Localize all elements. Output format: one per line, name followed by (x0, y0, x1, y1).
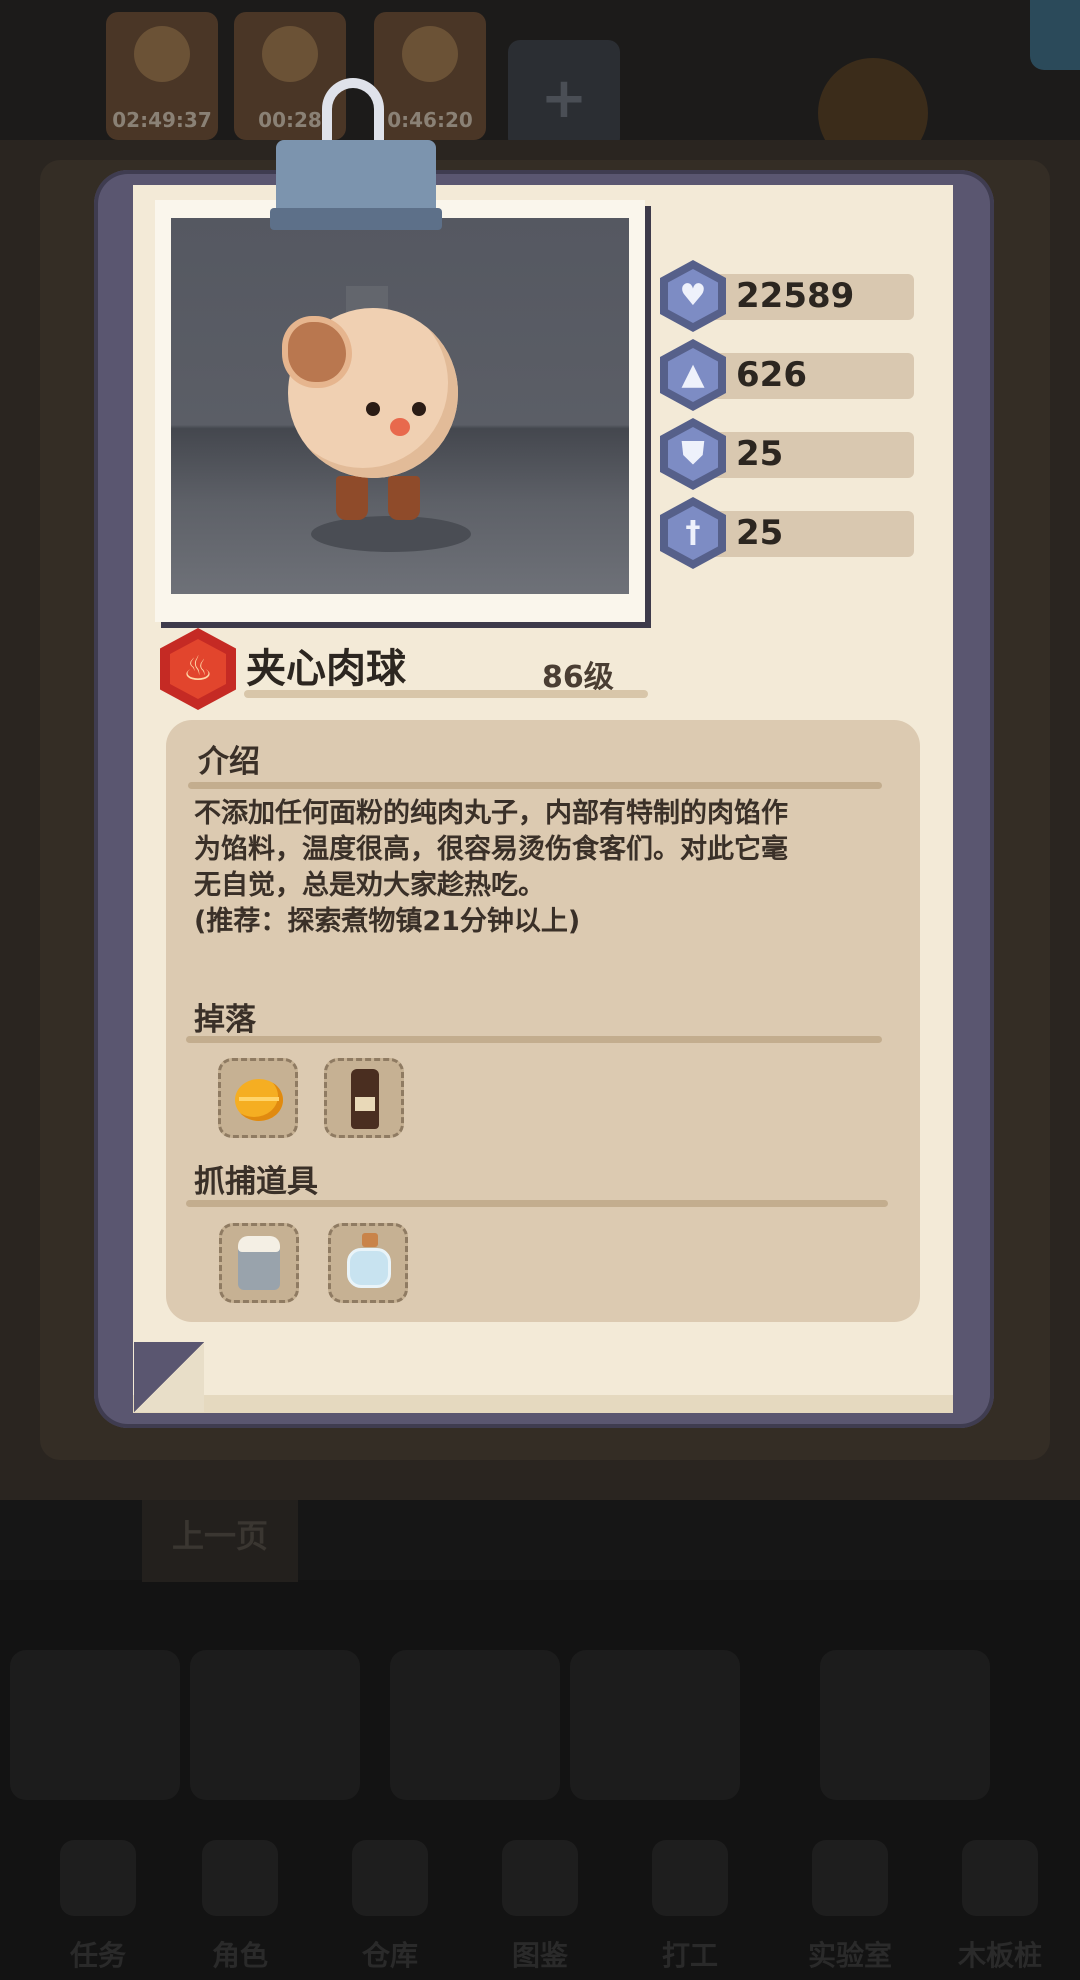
intro-line: (推荐：探索煮物镇21分钟以上) (194, 906, 581, 937)
nav-codex[interactable]: 图鉴 (480, 1840, 600, 1972)
dummy-icon (962, 1840, 1038, 1916)
stat-value: 25 (736, 434, 784, 474)
recipe-timer-1[interactable]: 02:49:37 (106, 12, 218, 140)
monster-nose (390, 418, 410, 436)
nav-lab[interactable]: 实验室 (790, 1840, 910, 1972)
nav-dummy[interactable]: 木板桩 (940, 1840, 1060, 1972)
capture-tool-slot[interactable] (219, 1223, 299, 1303)
nav-role[interactable]: 角色 (180, 1840, 300, 1972)
nav-label: 打工 (661, 1939, 718, 1972)
section-divider (186, 1200, 888, 1207)
drop-item-slot[interactable] (324, 1058, 404, 1138)
meatball-monster-icon (282, 308, 458, 478)
add-slot-button[interactable]: + (508, 40, 620, 150)
timer-text: 02:49:37 (112, 108, 212, 132)
intro-text: 不添加任何面粉的纯肉丸子，内部有特制的肉馅作 为馅料，温度很高，很容易烫伤食客们… (194, 796, 894, 940)
sword-icon: ▲ (668, 348, 718, 402)
monster-leg (336, 476, 368, 520)
intro-line: 为馅料，温度很高，很容易烫伤食客们。对此它毫 (194, 834, 788, 865)
intro-line: 不添加任何面粉的纯肉丸子，内部有特制的肉馅作 (194, 798, 788, 829)
plus-icon: + (540, 66, 588, 131)
ground-shadow (311, 516, 471, 552)
nav-label: 木板桩 (957, 1939, 1042, 1972)
bottom-slot[interactable] (570, 1650, 740, 1800)
nav-label: 实验室 (807, 1939, 892, 1972)
stat-hex: † (660, 497, 726, 569)
fire-icon: ♨ (170, 639, 226, 699)
nav-label: 仓库 (361, 1939, 418, 1972)
stat-value: 22589 (736, 276, 855, 316)
monster-portrait (171, 218, 629, 594)
stat-hex: ♥ (660, 260, 726, 332)
work-icon (652, 1840, 728, 1916)
drops-title: 掉落 (194, 1002, 256, 1038)
monster-eye (412, 402, 426, 416)
binder-clip-lip (270, 208, 442, 230)
capture-tools-title: 抓捕道具 (194, 1164, 318, 1200)
bottom-slot[interactable] (10, 1650, 180, 1800)
stat-defense: ⛊ 25 (660, 418, 916, 490)
prev-page-button[interactable]: 上一页 (142, 1500, 298, 1582)
nav-label: 图鉴 (511, 1939, 568, 1972)
monster-eye (366, 402, 380, 416)
stat-bar (700, 353, 914, 399)
stat-pierce: † 25 (660, 497, 916, 569)
stat-bar (700, 511, 914, 557)
salt-jar-icon (238, 1236, 280, 1290)
stat-hp: ♥ 22589 (660, 260, 916, 332)
intro-line: 无自觉，总是劝大家趁热吃。 (194, 870, 545, 901)
monster-leg (388, 476, 420, 520)
stat-bar (700, 432, 914, 478)
bottom-slot[interactable] (390, 1650, 560, 1800)
role-icon (202, 1840, 278, 1916)
bottom-slot[interactable] (820, 1650, 990, 1800)
stat-attack: ▲ 626 (660, 339, 916, 411)
task-icon (60, 1840, 136, 1916)
nav-work[interactable]: 打工 (630, 1840, 750, 1972)
name-underline (244, 690, 648, 698)
codex-icon (502, 1840, 578, 1916)
nav-label: 角色 (211, 1939, 268, 1972)
intro-title: 介绍 (198, 744, 260, 780)
timer-text: 0:46:20 (387, 108, 473, 132)
dish-icon (402, 26, 458, 82)
section-divider (186, 1036, 882, 1043)
nav-task[interactable]: 任务 (38, 1840, 158, 1972)
dish-icon (134, 26, 190, 82)
recipe-timer-3[interactable]: 0:46:20 (374, 12, 486, 140)
heart-icon: ♥ (668, 269, 718, 323)
bottom-slot[interactable] (190, 1650, 360, 1800)
scissors-icon[interactable] (1030, 0, 1080, 70)
soy-sauce-bottle-icon (351, 1069, 379, 1129)
gold-coin-icon (235, 1079, 283, 1121)
shield-icon: ⛊ (668, 427, 718, 481)
monster-name: 夹心肉球 (246, 646, 406, 692)
glass-vial-icon (347, 1233, 391, 1288)
capture-tool-slot[interactable] (328, 1223, 408, 1303)
stat-hex: ⛊ (660, 418, 726, 490)
filling-spot (282, 316, 352, 388)
pierce-icon: † (668, 506, 718, 560)
stat-value: 626 (736, 355, 807, 395)
stat-hex: ▲ (660, 339, 726, 411)
drop-item-slot[interactable] (218, 1058, 298, 1138)
nav-warehouse[interactable]: 仓库 (330, 1840, 450, 1972)
warehouse-icon (352, 1840, 428, 1916)
paper-edge (133, 1395, 953, 1413)
section-divider (188, 782, 882, 789)
lab-icon (812, 1840, 888, 1916)
nav-label: 任务 (69, 1939, 126, 1972)
stat-value: 25 (736, 513, 784, 553)
dish-icon (262, 26, 318, 82)
paper-curl (134, 1342, 204, 1412)
